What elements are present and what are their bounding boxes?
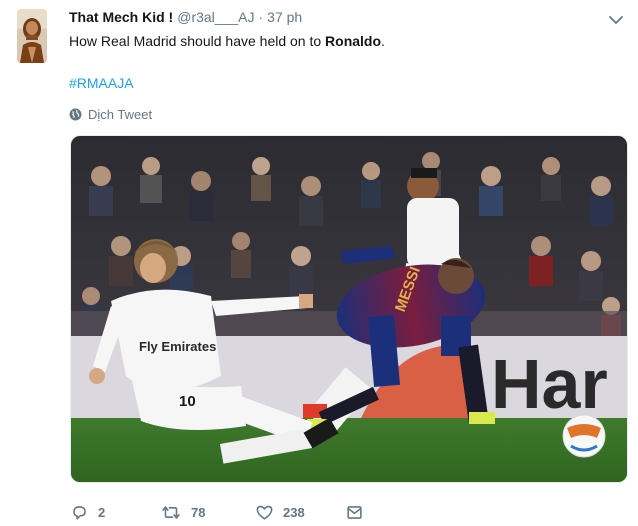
heart-icon (256, 505, 273, 520)
header-separator: · (258, 9, 264, 25)
sponsor-text: Fly Emirates (139, 339, 216, 354)
globe-icon (69, 108, 82, 120)
chevron-down-icon (609, 16, 623, 24)
tweet-text: How Real Madrid should have held on to R… (69, 31, 385, 51)
author-handle[interactable]: @r3al___AJ (177, 9, 254, 25)
reply-button[interactable]: 2 (70, 501, 160, 523)
retweet-icon (162, 505, 180, 519)
jersey-number: 10 (179, 393, 196, 410)
board-text: Har (491, 345, 608, 423)
tweet-menu-button[interactable] (604, 8, 628, 32)
like-button[interactable]: 238 (255, 501, 345, 523)
like-count: 238 (283, 504, 305, 520)
translate-tweet-link[interactable]: Dịch Tweet (69, 105, 152, 123)
author-avatar[interactable] (17, 9, 47, 63)
retweet-count: 78 (191, 504, 206, 520)
retweet-button[interactable]: 78 (160, 501, 255, 523)
tweet-media-photo[interactable]: Har MESSI Fly Emirates 10 (70, 135, 628, 483)
tweet-card[interactable]: That Mech Kid ! @r3al___AJ · 37 ph How R… (0, 0, 638, 526)
football-photo: Har MESSI Fly Emirates 10 (71, 136, 627, 482)
tweet-text-suffix: . (381, 33, 385, 49)
tweet-timestamp[interactable]: 37 ph (267, 9, 302, 25)
share-via-message-button[interactable] (345, 501, 375, 523)
tweet-text-bold: Ronaldo (325, 33, 382, 49)
reply-icon (73, 505, 86, 520)
hashtag-link[interactable]: #RMAAJA (69, 73, 134, 93)
envelope-icon (347, 505, 362, 519)
tweet-text-prefix: How Real Madrid should have held on to (69, 33, 326, 49)
tweet-actions: 2 78 238 (70, 500, 375, 524)
author-display-name[interactable]: That Mech Kid ! (69, 9, 173, 25)
reply-count: 2 (98, 504, 106, 520)
tweet-header: That Mech Kid ! @r3al___AJ · 37 ph (69, 9, 302, 29)
translate-label: Dịch Tweet (88, 106, 153, 122)
